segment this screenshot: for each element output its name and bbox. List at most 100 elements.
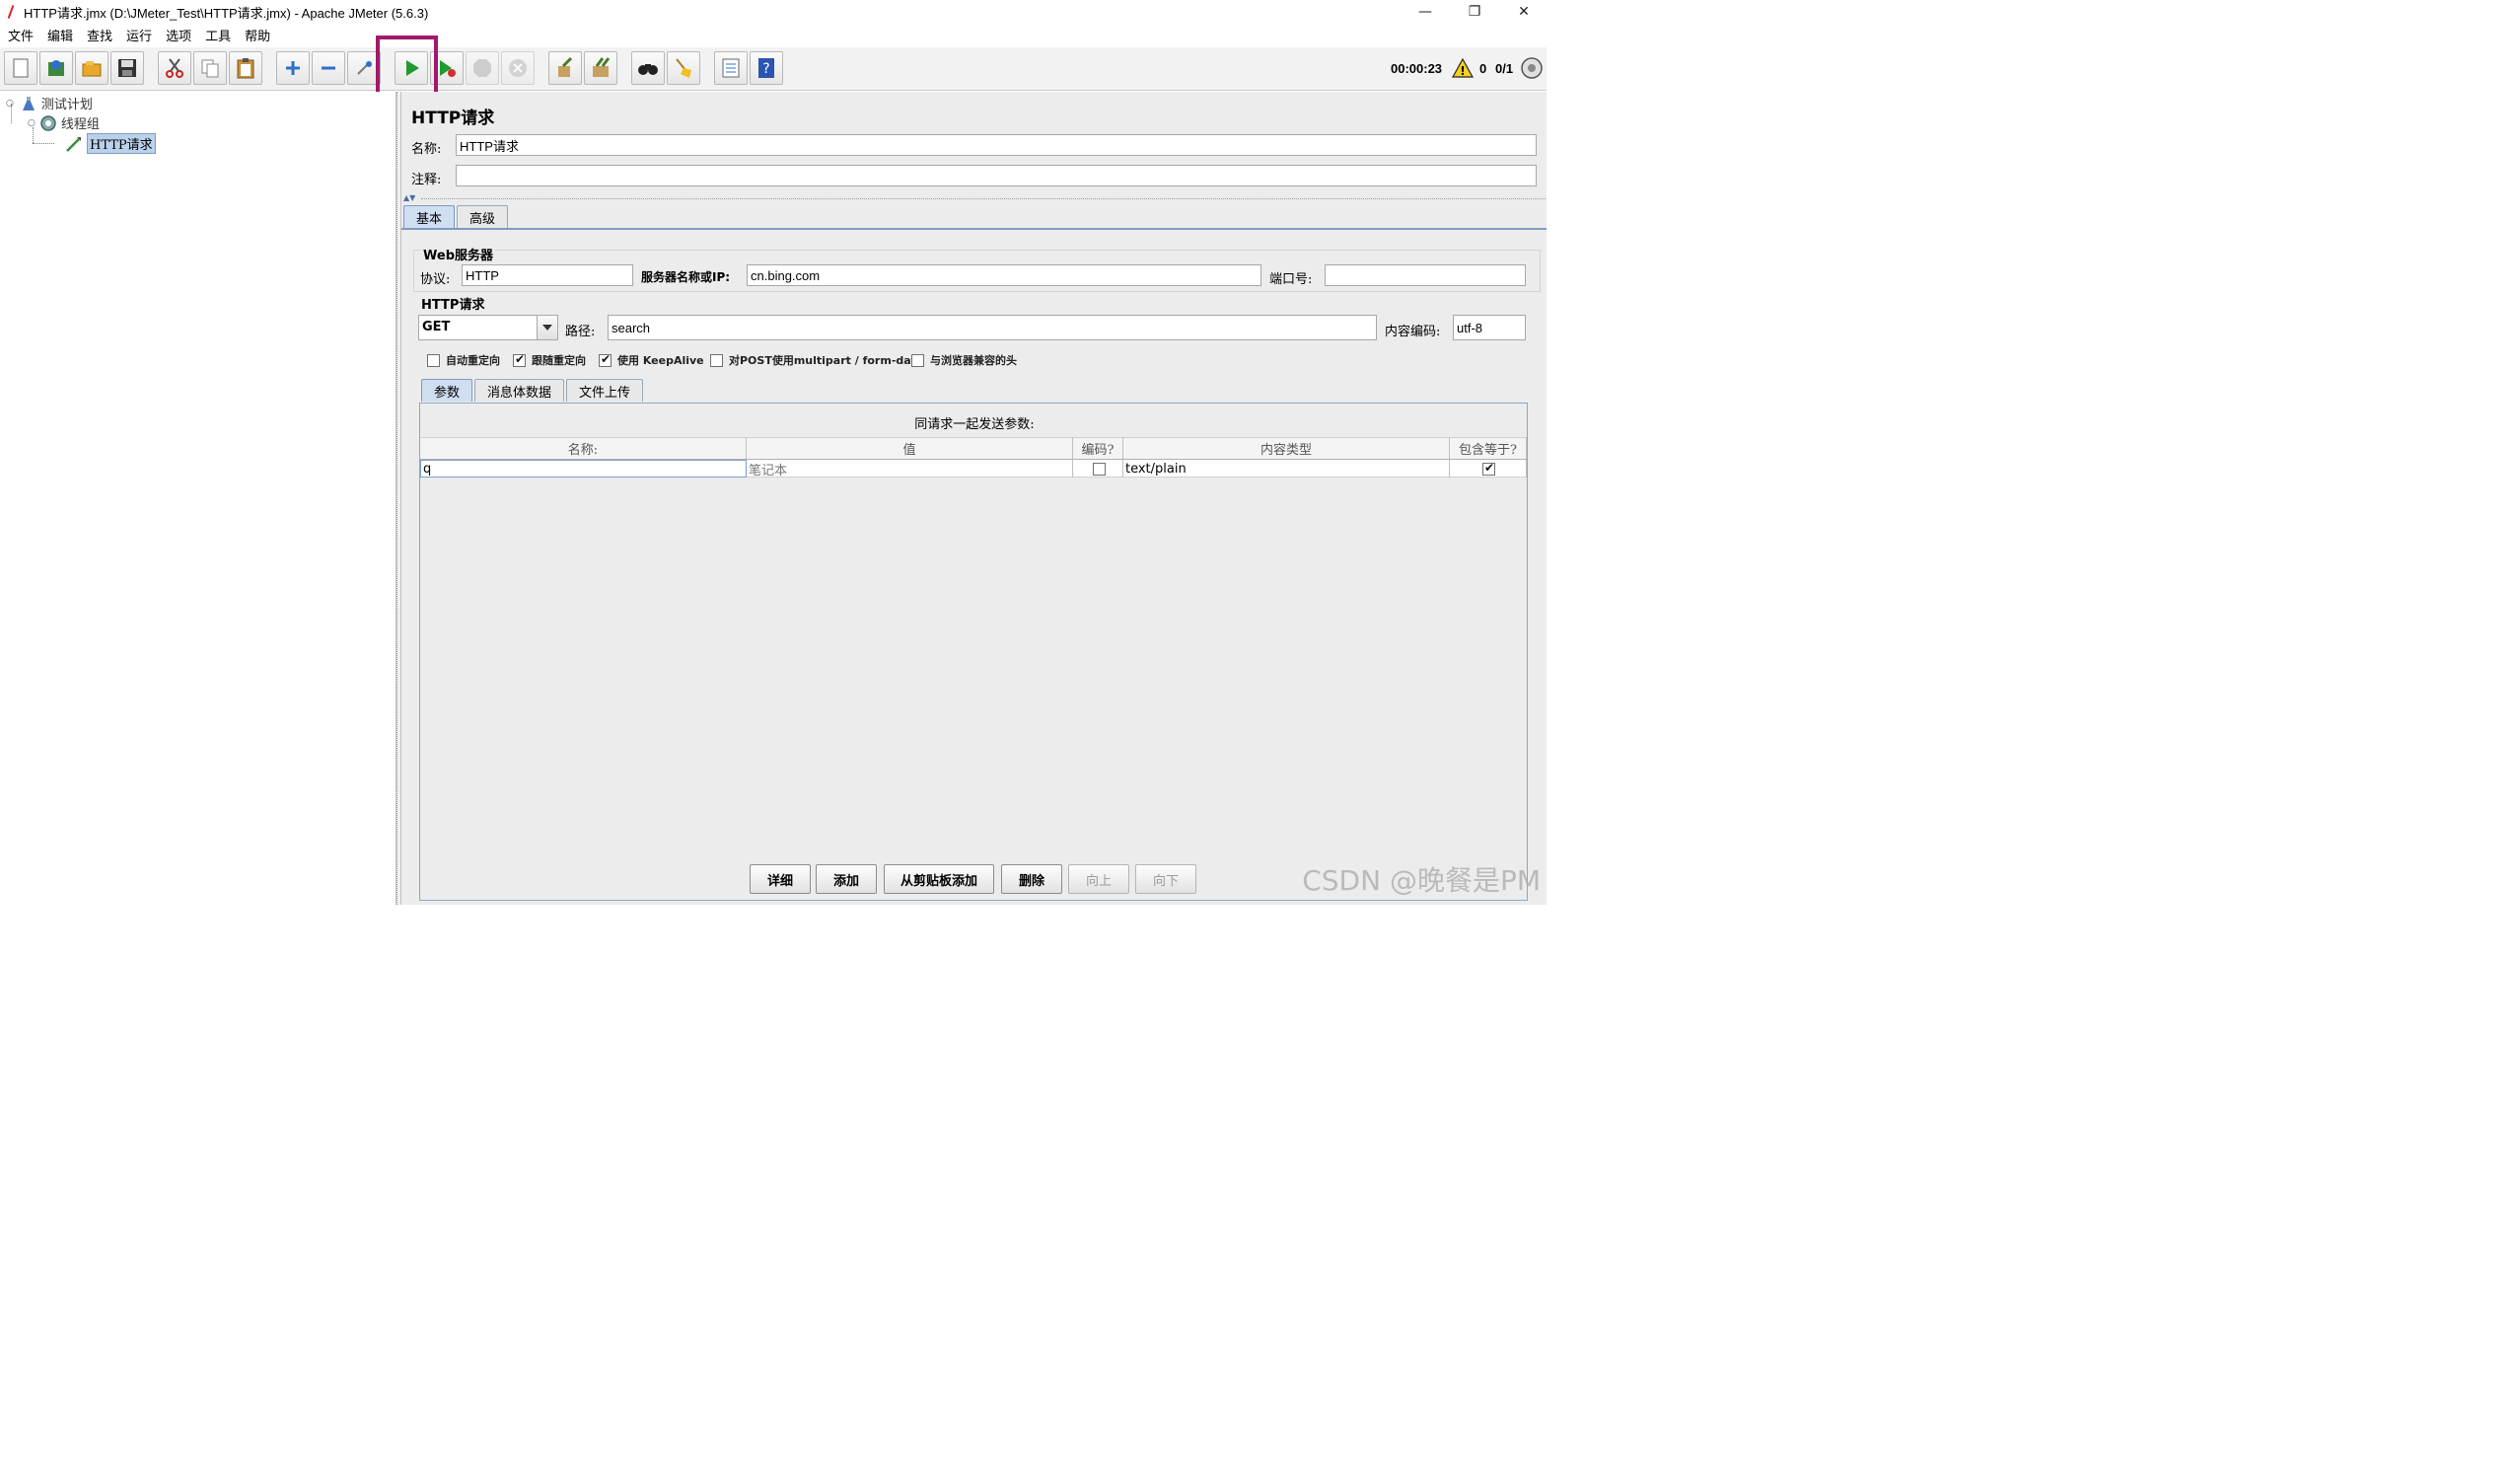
tab-underline [401, 228, 1547, 230]
tree-node-test-plan[interactable]: ○ 测试计划 [6, 94, 93, 112]
protocol-label: 协议: [420, 272, 451, 287]
encode-checkbox[interactable] [1092, 462, 1106, 476]
multipart-checkbox[interactable]: 对POST使用multipart / form-data [710, 352, 923, 368]
keepalive-checkbox[interactable]: 使用 KeepAlive [599, 352, 704, 368]
warning-icon[interactable]: ! [1452, 58, 1474, 78]
menu-run[interactable]: 运行 [126, 26, 152, 44]
cell-name[interactable]: q [420, 460, 747, 478]
close-button[interactable]: ✕ [1501, 0, 1547, 24]
name-input[interactable] [456, 134, 1537, 156]
comment-label: 注释: [411, 173, 442, 187]
open-button[interactable] [75, 51, 108, 85]
menu-search[interactable]: 查找 [87, 26, 112, 44]
start-icon [406, 60, 419, 76]
paste-icon [237, 58, 254, 79]
tab-advanced[interactable]: 高级 [457, 205, 509, 228]
tab-body-data[interactable]: 消息体数据 [474, 379, 565, 402]
templates-button[interactable] [39, 51, 73, 85]
add-from-clipboard-button[interactable]: 从剪贴板添加 [884, 864, 994, 894]
web-server-title-prefix: Web [423, 249, 455, 263]
reset-search-button[interactable] [667, 51, 700, 85]
help-button[interactable]: ? [750, 51, 783, 85]
column-header-include-equals[interactable]: 包含等于? [1450, 437, 1527, 460]
request-tabs: 参数 消息体数据 文件上传 [421, 379, 645, 402]
cell-include-equals[interactable] [1450, 460, 1527, 478]
tab-parameters[interactable]: 参数 [421, 379, 473, 402]
comment-input[interactable] [456, 165, 1537, 186]
menu-help[interactable]: 帮助 [245, 26, 270, 44]
checkbox[interactable] [599, 352, 612, 367]
cell-encode[interactable] [1073, 460, 1123, 478]
expand-toggle-icon[interactable]: ○ [28, 118, 36, 128]
server-input[interactable] [747, 264, 1261, 286]
start-no-pause-icon [440, 60, 456, 77]
column-header-encode[interactable]: 编码? [1073, 437, 1123, 460]
column-header-name[interactable]: 名称: [420, 437, 747, 460]
toolbar: ? 00:00:23 ! 0 0/1 [0, 47, 1547, 91]
tab-files-upload[interactable]: 文件上传 [566, 379, 644, 402]
name-label: 名称: [411, 142, 442, 157]
copy-button[interactable] [193, 51, 227, 85]
expand-all-button[interactable] [276, 51, 310, 85]
stop-button[interactable] [466, 51, 499, 85]
start-button[interactable] [395, 51, 428, 85]
web-server-title: Web服务器 [421, 245, 496, 263]
minimize-button[interactable]: — [1403, 0, 1448, 24]
checkbox[interactable] [513, 352, 526, 367]
watermark: CSDN @晚餐是PM [1302, 864, 1541, 897]
protocol-input[interactable] [462, 264, 633, 286]
paste-button[interactable] [229, 51, 262, 85]
function-helper-button[interactable] [714, 51, 748, 85]
toggle-button[interactable] [347, 51, 381, 85]
new-button[interactable] [4, 51, 37, 85]
collapse-all-button[interactable] [312, 51, 345, 85]
clear-button[interactable] [548, 51, 582, 85]
column-header-value[interactable]: 值 [747, 437, 1073, 460]
checkbox-label: 对POST使用multipart / form-data [729, 354, 924, 367]
restore-button[interactable]: ❐ [1452, 0, 1497, 24]
auto-redirect-checkbox[interactable]: 自动重定向 [427, 352, 500, 368]
shutdown-icon [509, 59, 527, 77]
tree-node-thread-group[interactable]: ○ 线程组 [28, 113, 100, 132]
main-tabs: 基本 高级 [403, 205, 510, 228]
menu-options[interactable]: 选项 [166, 26, 191, 44]
move-down-button[interactable]: 向下 [1135, 864, 1196, 894]
chevron-down-icon[interactable] [537, 315, 558, 340]
start-no-pauses-button[interactable] [430, 51, 464, 85]
tree-node-http-request[interactable]: HTTP请求 [65, 133, 156, 154]
content-encoding-label: 内容编码: [1385, 325, 1441, 339]
cell-value[interactable]: 笔记本 [747, 460, 1073, 479]
checkbox[interactable] [427, 353, 440, 367]
delete-button[interactable]: 删除 [1001, 864, 1062, 894]
detail-button[interactable]: 详细 [750, 864, 811, 894]
cell-content-type[interactable]: text/plain [1123, 460, 1450, 478]
menu-file[interactable]: 文件 [8, 26, 34, 44]
menu-tools[interactable]: 工具 [205, 26, 231, 44]
stop-icon [473, 59, 491, 77]
include-equals-checkbox[interactable] [1482, 461, 1495, 476]
browser-compatible-headers-checkbox[interactable]: 与浏览器兼容的头 [911, 352, 1017, 368]
column-header-content-type[interactable]: 内容类型 [1123, 437, 1450, 460]
save-button[interactable] [110, 51, 144, 85]
clear-all-button[interactable] [584, 51, 617, 85]
method-select[interactable]: GET [418, 315, 558, 340]
cut-button[interactable] [158, 51, 191, 85]
menu-edit[interactable]: 编辑 [47, 26, 73, 44]
tab-basic[interactable]: 基本 [403, 205, 456, 228]
checkbox[interactable] [710, 353, 723, 367]
toggle-icon [357, 61, 372, 75]
move-up-button[interactable]: 向上 [1068, 864, 1129, 894]
search-button[interactable] [631, 51, 665, 85]
table-row[interactable]: q 笔记本 text/plain [420, 460, 1527, 479]
path-input[interactable] [608, 315, 1377, 340]
content-encoding-input[interactable] [1453, 315, 1526, 340]
follow-redirect-checkbox[interactable]: 跟随重定向 [513, 352, 586, 368]
port-input[interactable] [1325, 264, 1526, 286]
expand-toggle-icon[interactable]: ○ [6, 99, 14, 109]
checkbox-label: 自动重定向 [446, 354, 500, 367]
collapse-arrows-icon[interactable]: ▲▼ [403, 193, 415, 202]
add-button[interactable]: 添加 [816, 864, 877, 894]
checkbox[interactable] [911, 353, 924, 367]
open-icon [82, 61, 102, 77]
shutdown-button[interactable] [501, 51, 535, 85]
